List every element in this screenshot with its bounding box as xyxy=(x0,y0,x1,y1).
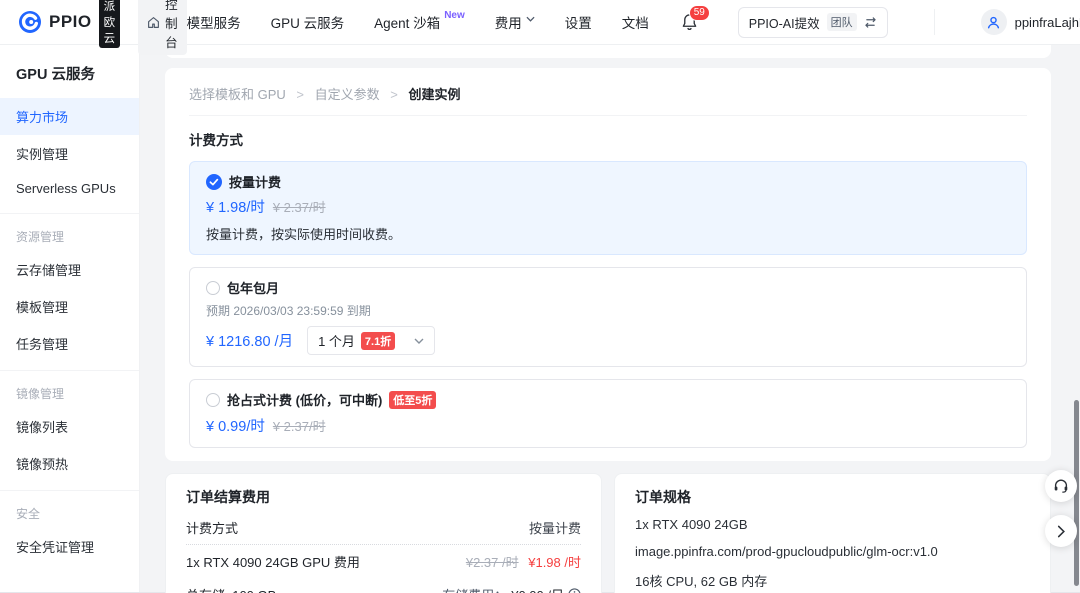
billing-section-title: 计费方式 xyxy=(189,129,1027,149)
swap-icon xyxy=(864,17,877,28)
nav-docs[interactable]: 文档 xyxy=(622,12,649,32)
sidebar-title: GPU 云服务 xyxy=(0,51,139,98)
sidebar-item-image-list[interactable]: 镜像列表 xyxy=(0,408,139,445)
console-button[interactable]: 控制台 xyxy=(138,0,187,55)
billing-card: 选择模板和 GPU > 自定义参数 > 创建实例 计费方式 按量计费 ¥ 1.9… xyxy=(165,68,1051,461)
billing-method-label: 计费方式 xyxy=(186,518,238,537)
avatar xyxy=(981,9,1007,35)
spot-discount-badge: 低至5折 xyxy=(389,391,436,409)
option-original-price: ¥ 2.37/时 xyxy=(273,416,326,435)
notification-bell[interactable]: 59 xyxy=(681,13,698,31)
option-name: 包年包月 xyxy=(227,278,279,297)
sidebar-item-cloud-storage[interactable]: 云存储管理 xyxy=(0,251,139,288)
storage-fee-label: 存储费用： xyxy=(442,585,507,593)
gpu-current-price: ¥1.98 /时 xyxy=(528,555,581,570)
billing-option-spot[interactable]: 抢占式计费 (低价，可中断) 低至5折 ¥ 0.99/时 ¥ 2.37/时 xyxy=(189,379,1027,448)
new-badge: New xyxy=(444,10,465,21)
check-circle-icon xyxy=(206,174,222,190)
order-cost-title: 订单结算费用 xyxy=(186,487,581,507)
breadcrumb-step-current: 创建实例 xyxy=(409,87,461,102)
sidebar: GPU 云服务 算力市场 实例管理 Serverless GPUs 资源管理 云… xyxy=(0,45,140,592)
expiry-text: 预期 2026/03/03 23:59:59 到期 xyxy=(206,302,1010,319)
breadcrumb-step-2[interactable]: 自定义参数 xyxy=(315,87,380,102)
breadcrumb-step-1[interactable]: 选择模板和 GPU xyxy=(189,87,286,102)
gpu-fee-row: 1x RTX 4090 24GB GPU 费用 ¥2.37 /时 ¥1.98 /… xyxy=(186,545,581,578)
breadcrumb: 选择模板和 GPU > 自定义参数 > 创建实例 xyxy=(189,84,1027,116)
spec-image: image.ppinfra.com/prod-gpucloudpublic/gl… xyxy=(635,538,1030,565)
radio-icon[interactable] xyxy=(206,393,220,407)
billing-method-value: 按量计费 xyxy=(529,518,581,537)
nav-settings[interactable]: 设置 xyxy=(565,12,592,32)
sidebar-item-task-management[interactable]: 任务管理 xyxy=(0,325,139,362)
user-menu[interactable]: ppinfraLajhD... xyxy=(981,9,1080,35)
option-price: ¥ 1.98/时 xyxy=(206,196,265,217)
option-name: 按量计费 xyxy=(229,172,281,191)
home-icon xyxy=(147,16,160,29)
order-spec-title: 订单规格 xyxy=(635,487,1030,507)
option-price: ¥ 1216.80 /月 xyxy=(206,330,293,351)
section-title-security: 安全 xyxy=(0,499,139,528)
billing-method-row: 计费方式 按量计费 xyxy=(186,511,581,545)
nav-agent-sandbox[interactable]: Agent 沙箱 New xyxy=(374,12,465,32)
nav-model-service[interactable]: 模型服务 xyxy=(187,12,241,32)
storage-label: 总存储: 100 GB xyxy=(186,585,276,593)
ppio-logo-icon xyxy=(18,10,42,34)
option-description: 按量计费，按实际使用时间收费。 xyxy=(206,224,1010,243)
info-icon[interactable] xyxy=(568,588,581,593)
brand-badge: 派欧云 xyxy=(99,0,121,48)
headset-icon xyxy=(1052,477,1070,495)
duration-value: 1 个月 xyxy=(318,331,355,350)
username: ppinfraLajhD... xyxy=(1015,15,1080,30)
discount-badge: 7.1折 xyxy=(361,332,395,350)
sidebar-item-instance-management[interactable]: 实例管理 xyxy=(0,135,139,172)
notification-count-badge: 59 xyxy=(689,5,710,21)
radio-icon[interactable] xyxy=(206,281,220,295)
support-button[interactable] xyxy=(1045,470,1077,502)
gpu-fee-label: 1x RTX 4090 24GB GPU 费用 xyxy=(186,552,360,571)
order-cost-card: 订单结算费用 计费方式 按量计费 1x RTX 4090 24GB GPU 费用… xyxy=(165,473,602,593)
sidebar-item-template-management[interactable]: 模板管理 xyxy=(0,288,139,325)
option-name: 抢占式计费 (低价，可中断) xyxy=(227,390,382,409)
chevron-down-icon xyxy=(526,16,535,22)
nav-billing[interactable]: 费用 xyxy=(495,12,535,32)
expand-panel-button[interactable] xyxy=(1045,515,1077,547)
sidebar-section-resources: 资源管理 云存储管理 模板管理 任务管理 xyxy=(0,213,139,362)
breadcrumb-separator: > xyxy=(296,87,304,102)
sidebar-item-credentials[interactable]: 安全凭证管理 xyxy=(0,528,139,565)
workspace-switcher[interactable]: PPIO-AI提效 团队 xyxy=(738,7,888,38)
section-title-resources: 资源管理 xyxy=(0,222,139,251)
option-price: ¥ 0.99/时 xyxy=(206,415,265,436)
workspace-name: PPIO-AI提效 xyxy=(749,13,820,32)
top-header: PPIO 派欧云 控制台 模型服务 GPU 云服务 Agent 沙箱 New 费… xyxy=(0,0,1080,45)
main-content: 选择模板和 GPU > 自定义参数 > 创建实例 计费方式 按量计费 ¥ 1.9… xyxy=(140,45,1080,592)
main-nav: 模型服务 GPU 云服务 Agent 沙箱 New 费用 设置 文档 59 PP… xyxy=(187,7,1080,38)
option-original-price: ¥ 2.37/时 xyxy=(273,197,326,216)
sidebar-item-serverless-gpus[interactable]: Serverless GPUs xyxy=(0,172,139,205)
spec-gpu: 1x RTX 4090 24GB xyxy=(635,511,1030,538)
sidebar-section-images: 镜像管理 镜像列表 镜像预热 xyxy=(0,370,139,482)
gpu-original-price: ¥2.37 /时 xyxy=(466,555,519,570)
scrolled-card-edge xyxy=(165,45,1051,58)
chevron-down-icon xyxy=(414,338,424,344)
nav-gpu-cloud[interactable]: GPU 云服务 xyxy=(271,12,345,32)
brand-logo[interactable]: PPIO 派欧云 xyxy=(18,0,120,48)
breadcrumb-separator: > xyxy=(390,87,398,102)
sidebar-item-compute-market[interactable]: 算力市场 xyxy=(0,98,139,135)
spec-cpu-memory: 16核 CPU, 62 GB 内存 xyxy=(635,565,1030,593)
billing-option-on-demand[interactable]: 按量计费 ¥ 1.98/时 ¥ 2.37/时 按量计费，按实际使用时间收费。 xyxy=(189,161,1027,255)
storage-row: 总存储: 100 GB 存储费用： ¥0.00 /日 xyxy=(186,578,581,593)
chevron-right-icon xyxy=(1057,525,1066,538)
order-spec-card: 订单规格 1x RTX 4090 24GB image.ppinfra.com/… xyxy=(614,473,1051,593)
duration-select[interactable]: 1 个月 7.1折 xyxy=(307,326,435,355)
sidebar-item-image-prewarm[interactable]: 镜像预热 xyxy=(0,445,139,482)
team-badge: 团队 xyxy=(827,13,857,31)
sidebar-section-security: 安全 安全凭证管理 xyxy=(0,490,139,565)
section-title-images: 镜像管理 xyxy=(0,379,139,408)
billing-option-subscription[interactable]: 包年包月 预期 2026/03/03 23:59:59 到期 ¥ 1216.80… xyxy=(189,267,1027,367)
header-divider xyxy=(934,9,935,35)
storage-fee-value: ¥0.00 /日 xyxy=(511,585,564,593)
console-label: 控制台 xyxy=(165,0,178,51)
brand-name: PPIO xyxy=(49,12,92,32)
